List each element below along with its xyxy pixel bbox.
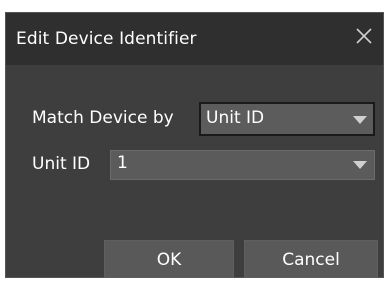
match-device-row: Match Device by Unit ID bbox=[6, 102, 383, 136]
match-device-value: Unit ID bbox=[206, 108, 265, 128]
match-device-label: Match Device by bbox=[32, 108, 174, 128]
close-icon[interactable] bbox=[353, 25, 375, 47]
edit-device-identifier-dialog: Edit Device Identifier Match Device by U… bbox=[5, 12, 384, 278]
unit-id-value: 1 bbox=[117, 153, 128, 173]
unit-id-row: Unit ID 1 bbox=[6, 148, 383, 182]
unit-id-label: Unit ID bbox=[32, 154, 91, 174]
cancel-button[interactable]: Cancel bbox=[244, 240, 378, 278]
ok-button[interactable]: OK bbox=[104, 240, 234, 278]
dialog-titlebar: Edit Device Identifier bbox=[6, 13, 383, 65]
dialog-body: Match Device by Unit ID Unit ID 1 OK Can… bbox=[6, 65, 383, 278]
unit-id-select[interactable]: 1 bbox=[110, 150, 375, 180]
screenshot-background: Edit Device Identifier Match Device by U… bbox=[0, 0, 390, 282]
chevron-down-icon bbox=[353, 116, 367, 124]
match-device-select[interactable]: Unit ID bbox=[199, 102, 375, 136]
chevron-down-icon bbox=[353, 161, 367, 169]
dialog-title: Edit Device Identifier bbox=[16, 29, 197, 49]
